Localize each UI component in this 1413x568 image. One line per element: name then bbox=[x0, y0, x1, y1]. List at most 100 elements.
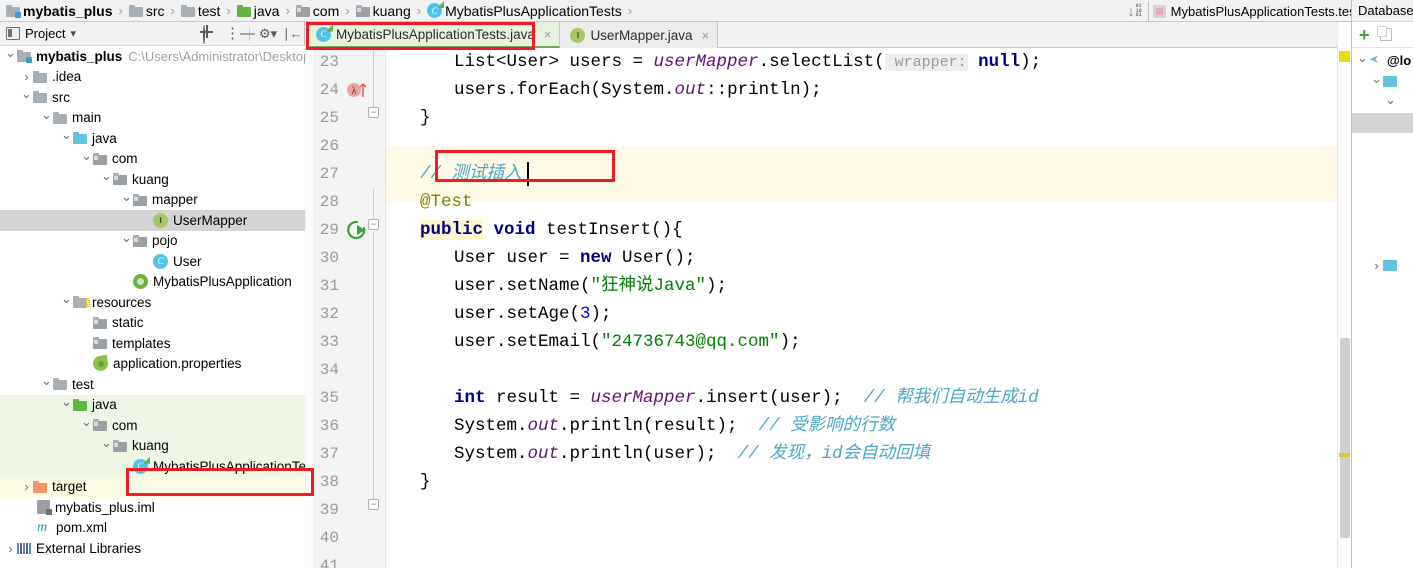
tree-row[interactable]: src bbox=[0, 87, 305, 108]
tree-row[interactable]: mybatis_plus C:\Users\Administrator\Desk… bbox=[0, 46, 305, 67]
database-row[interactable] bbox=[1352, 255, 1413, 276]
expand-arrow-icon[interactable] bbox=[40, 110, 53, 126]
code-line: int result = userMapper.insert(user); //… bbox=[386, 384, 1039, 412]
line-number: 28 bbox=[319, 193, 339, 211]
expand-arrow-icon[interactable] bbox=[120, 233, 133, 249]
breadcrumb-item-com[interactable]: com bbox=[293, 0, 341, 22]
close-icon[interactable]: × bbox=[702, 28, 710, 43]
idea-window: mybatis_plus › src › test › java › com ›… bbox=[0, 0, 1413, 568]
tree-label: pojo bbox=[152, 233, 178, 249]
java-class-icon: C bbox=[153, 253, 168, 269]
tree-row[interactable]: application.properties bbox=[0, 354, 305, 375]
tree-row-test-class[interactable]: C MybatisPlusApplicationTe bbox=[0, 456, 305, 477]
tree-row[interactable]: templates bbox=[0, 333, 305, 354]
line-number: 23 bbox=[319, 53, 339, 71]
editor-scrollbar-thumb[interactable] bbox=[1340, 338, 1350, 538]
breadcrumb-separator: › bbox=[627, 3, 633, 18]
project-toolbar: Project ▾ ⋮― ⚙▾ ∣← bbox=[0, 22, 304, 46]
expand-arrow-icon[interactable] bbox=[60, 294, 73, 310]
run-config-icon bbox=[1152, 4, 1166, 18]
line-number: 39 bbox=[319, 501, 339, 519]
breadcrumb-item-module[interactable]: mybatis_plus bbox=[0, 0, 114, 22]
settings-gear-icon[interactable]: ⚙▾ bbox=[259, 26, 277, 41]
collapse-all-icon[interactable]: ⋮― bbox=[225, 26, 255, 41]
project-title-label: Project bbox=[25, 26, 66, 41]
tree-row[interactable]: com bbox=[0, 415, 305, 436]
collapse-arrow-icon[interactable] bbox=[4, 541, 17, 556]
tree-row[interactable]: .idea bbox=[0, 67, 305, 88]
tab-usermapper[interactable]: I UserMapper.java × bbox=[560, 22, 719, 48]
expand-arrow-icon[interactable] bbox=[100, 171, 113, 187]
expand-arrow-icon[interactable] bbox=[20, 89, 33, 105]
run-test-method-icon[interactable] bbox=[346, 219, 368, 241]
breadcrumb-item-java[interactable]: java bbox=[234, 0, 282, 22]
copy-icon[interactable] bbox=[1376, 26, 1392, 41]
lambda-marker-icon[interactable]: λ bbox=[346, 79, 368, 101]
tree-row[interactable]: java bbox=[0, 128, 305, 149]
tree-row[interactable]: main bbox=[0, 108, 305, 129]
database-title[interactable]: Database bbox=[1352, 0, 1413, 22]
fold-marker-icon[interactable]: − bbox=[368, 499, 379, 510]
warning-marker[interactable] bbox=[1339, 453, 1350, 457]
expand-arrow-icon[interactable] bbox=[60, 130, 73, 146]
tree-row[interactable]: target bbox=[0, 476, 305, 497]
tree-row[interactable]: mybatis_plus.iml bbox=[0, 497, 305, 518]
project-tree[interactable]: mybatis_plus C:\Users\Administrator\Desk… bbox=[0, 46, 305, 568]
collapse-arrow-icon[interactable] bbox=[1370, 258, 1383, 273]
breadcrumb-item-test[interactable]: test bbox=[178, 0, 223, 22]
expand-arrow-icon[interactable] bbox=[120, 192, 133, 208]
tree-row[interactable]: test bbox=[0, 374, 305, 395]
close-icon[interactable]: × bbox=[544, 27, 552, 42]
tree-label: .idea bbox=[52, 69, 82, 85]
expand-arrow-icon[interactable] bbox=[1384, 95, 1397, 111]
expand-arrow-icon[interactable] bbox=[80, 417, 93, 433]
database-tree[interactable]: @lo bbox=[1352, 48, 1413, 276]
sort-numeric-icon[interactable]: ↓ 01 10 01 bbox=[1128, 0, 1142, 22]
editor-gutter[interactable]: 23 24 25 26 27 28 29 30 31 32 33 34 35 3… bbox=[306, 48, 386, 568]
tree-row[interactable]: MybatisPlusApplication bbox=[0, 272, 305, 293]
fold-marker-icon[interactable]: − bbox=[368, 219, 379, 230]
database-row[interactable] bbox=[1352, 92, 1413, 113]
expand-arrow-icon[interactable] bbox=[100, 438, 113, 454]
code-token: .println(user); bbox=[559, 444, 738, 464]
tree-row[interactable]: java bbox=[0, 394, 305, 415]
expand-arrow-icon[interactable] bbox=[1356, 53, 1369, 69]
code-editor[interactable]: 23 24 25 26 27 28 29 30 31 32 33 34 35 3… bbox=[306, 48, 1337, 568]
database-row[interactable] bbox=[1352, 71, 1413, 92]
line-number: 30 bbox=[319, 249, 339, 267]
breadcrumb-item-src[interactable]: src bbox=[126, 0, 167, 22]
warning-marker[interactable] bbox=[1339, 51, 1350, 62]
tree-row[interactable]: External Libraries bbox=[0, 538, 305, 559]
tree-row[interactable]: com bbox=[0, 149, 305, 170]
tree-row[interactable]: kuang bbox=[0, 435, 305, 456]
project-title[interactable]: Project ▾ bbox=[6, 26, 76, 41]
collapse-arrow-icon[interactable] bbox=[20, 479, 33, 494]
collapse-arrow-icon[interactable] bbox=[20, 69, 33, 84]
expand-arrow-icon[interactable] bbox=[80, 151, 93, 167]
tree-row[interactable]: kuang bbox=[0, 169, 305, 190]
expand-arrow-icon[interactable] bbox=[40, 376, 53, 392]
database-row-selected[interactable] bbox=[1352, 113, 1413, 133]
breadcrumb-item-kuang[interactable]: kuang bbox=[353, 0, 413, 22]
tree-row[interactable]: resources bbox=[0, 292, 305, 313]
expand-arrow-icon[interactable] bbox=[1370, 74, 1383, 90]
editor-marker-gutter[interactable] bbox=[1337, 22, 1351, 568]
tree-row[interactable]: m pom.xml bbox=[0, 518, 305, 539]
expand-arrow-icon[interactable] bbox=[4, 48, 17, 64]
add-datasource-icon[interactable]: + bbox=[1359, 26, 1370, 44]
tree-row[interactable]: pojo bbox=[0, 231, 305, 252]
tab-mybatisplusapplicationtests[interactable]: C MybatisPlusApplicationTests.java × bbox=[306, 22, 561, 48]
expand-arrow-icon[interactable] bbox=[60, 397, 73, 413]
tree-row-usermapper[interactable]: I UserMapper bbox=[0, 210, 305, 231]
hide-panel-icon[interactable]: ∣← bbox=[283, 26, 303, 41]
tree-row[interactable]: C User bbox=[0, 251, 305, 272]
tree-row[interactable]: mapper bbox=[0, 190, 305, 211]
code-text[interactable]: List<User> users = userMapper.selectList… bbox=[386, 48, 1337, 568]
database-row[interactable]: @lo bbox=[1352, 50, 1413, 71]
breadcrumb-item-class[interactable]: C MybatisPlusApplicationTests bbox=[424, 0, 624, 22]
fold-guide-line bbox=[373, 48, 374, 107]
tree-label: main bbox=[72, 110, 102, 126]
fold-marker-icon[interactable]: − bbox=[368, 107, 379, 118]
tree-row[interactable]: static bbox=[0, 313, 305, 334]
locate-in-tree-icon[interactable] bbox=[201, 25, 216, 44]
